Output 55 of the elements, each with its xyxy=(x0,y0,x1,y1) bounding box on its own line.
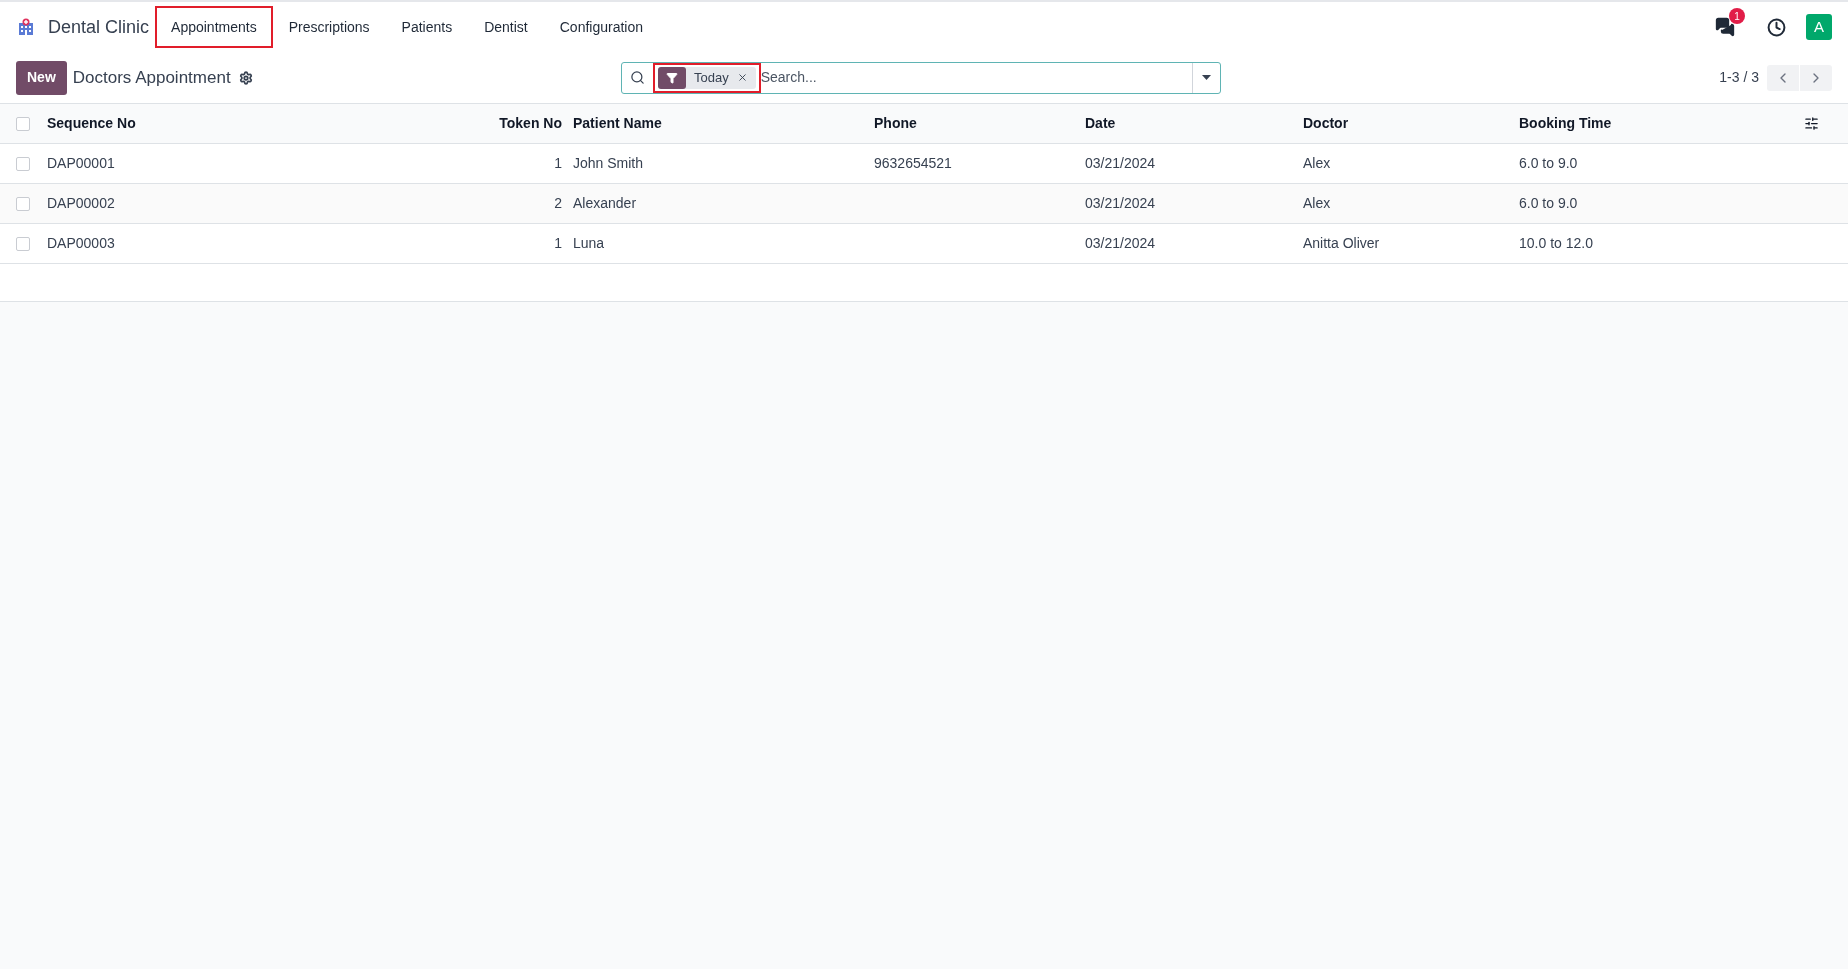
filter-facet[interactable]: Today xyxy=(653,62,761,93)
table-cell-text: Alex xyxy=(1302,154,1332,173)
search-input[interactable]: Search... xyxy=(760,67,1192,88)
new-button[interactable]: New xyxy=(16,60,67,95)
column-header[interactable]: Booking Time xyxy=(1518,113,1804,134)
column-header[interactable]: Doctor xyxy=(1302,113,1518,134)
column-header[interactable]: Date xyxy=(1084,113,1302,134)
column-header[interactable]: Token No xyxy=(490,113,572,134)
table-cell-text: 10.0 to 12.0 xyxy=(1518,234,1594,253)
table-cell-text: DAP00001 xyxy=(46,154,116,173)
row-checkbox[interactable] xyxy=(16,196,30,211)
message-count-badge: 1 xyxy=(1729,8,1745,24)
table-cell-text: 2 xyxy=(553,194,563,213)
app-name[interactable]: Dental Clinic xyxy=(48,13,150,41)
table-cell-text: 9632654521 xyxy=(873,154,953,173)
row-checkbox[interactable] xyxy=(16,236,30,251)
table-cell-text: 03/21/2024 xyxy=(1084,154,1157,173)
table-cell-text: John Smith xyxy=(572,154,645,173)
search-icon xyxy=(630,70,645,85)
table-cell-text: Anitta Oliver xyxy=(1302,234,1381,253)
menu-item[interactable]: Dentist xyxy=(468,6,544,48)
table-cell-text: DAP00003 xyxy=(46,234,116,253)
table-cell-text: Alex xyxy=(1302,194,1332,213)
table-cell-text: 6.0 to 9.0 xyxy=(1518,194,1579,213)
pager-value: 1-3 / 3 xyxy=(1719,68,1759,87)
remove-icon[interactable] xyxy=(736,72,748,83)
table-row[interactable]: DAP00001 1 John Smith 9632654521 03/21/2024 Alex 6.0 to 9.0 xyxy=(0,144,1848,184)
search-field[interactable]: Today Search... xyxy=(621,61,1221,94)
filter-icon xyxy=(658,66,686,89)
menu-item[interactable]: Configuration xyxy=(543,6,660,48)
row-checkbox[interactable] xyxy=(16,156,30,171)
table-cell-text: 1 xyxy=(553,234,563,253)
facet-label: Today xyxy=(693,68,730,87)
column-header[interactable]: Phone xyxy=(873,113,1084,134)
table-cell-text: 6.0 to 9.0 xyxy=(1518,154,1579,173)
menu-item[interactable]: Appointments xyxy=(155,6,273,48)
clock-icon[interactable] xyxy=(1767,17,1786,37)
select-all-checkbox[interactable] xyxy=(16,116,30,131)
clinic-logo-icon xyxy=(16,17,36,37)
page-title: Doctors Appointment xyxy=(72,66,231,89)
menu-item[interactable]: Patients xyxy=(385,6,469,48)
table-cell-text: 1 xyxy=(553,154,563,173)
menu-item[interactable]: Prescriptions xyxy=(272,6,386,48)
column-header[interactable]: Sequence No xyxy=(46,113,490,134)
column-header[interactable]: Patient Name xyxy=(572,113,873,134)
table-cell-text: Luna xyxy=(572,234,606,253)
chat-icon[interactable] xyxy=(1715,17,1735,37)
table-cell-text: 03/21/2024 xyxy=(1084,194,1157,213)
table-row[interactable]: DAP00003 1 Luna 03/21/2024 Anitta Oliver 10.0 to 12.0 xyxy=(0,224,1848,264)
caret-icon xyxy=(1202,75,1211,80)
table-cell-text: DAP00002 xyxy=(46,194,116,213)
settings-icon[interactable] xyxy=(238,70,253,85)
optional-columns-icon[interactable] xyxy=(1804,116,1819,131)
table-cell-text: 03/21/2024 xyxy=(1084,234,1157,253)
table-cell-text: Alexander xyxy=(572,194,638,213)
